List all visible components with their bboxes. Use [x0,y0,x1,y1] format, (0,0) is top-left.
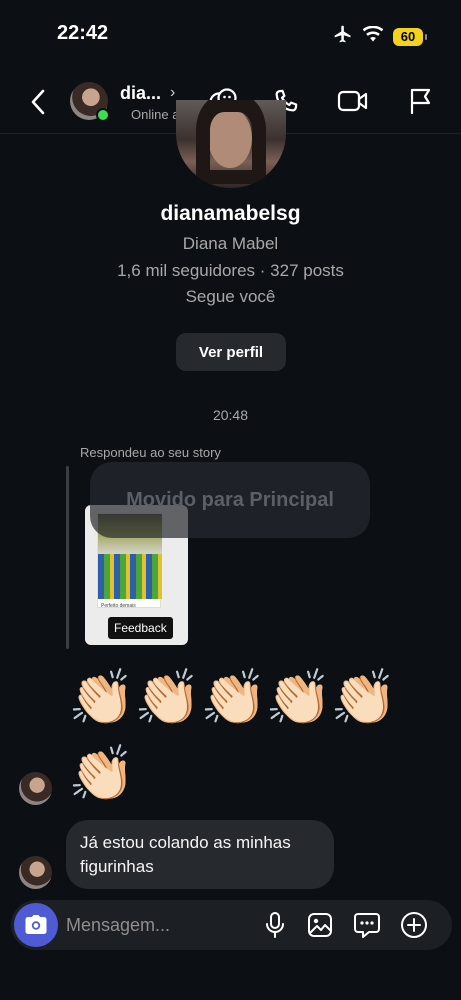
wifi-icon [362,25,384,47]
sender-avatar[interactable] [19,772,52,805]
status-time: 22:42 [57,22,109,44]
battery-icon: 60 [393,27,427,46]
clap-emoji: 👏🏻 [68,668,136,728]
message-bubble[interactable]: Já estou colando as minhas figurinhas [66,820,334,889]
video-call-button[interactable] [337,85,369,117]
story-caption: Perfeito demais [101,603,136,609]
profile-photo[interactable] [176,100,286,188]
contact-name[interactable]: dia... [120,83,161,104]
profile-username: dianamabelsg [160,202,301,225]
clap-emoji: 👏🏻 [265,668,333,728]
sender-avatar[interactable] [19,856,52,889]
video-icon [337,90,368,112]
back-button[interactable] [22,86,54,118]
voice-message-button[interactable] [259,909,291,941]
airplane-icon [333,24,353,49]
story-table-image [98,554,162,599]
sticker-icon [354,913,380,938]
moved-toast: Movido para Principal [90,462,370,538]
profile-photo-hair [196,100,266,184]
mic-icon [266,912,284,938]
profile-full-name: Diana Mabel [182,234,279,253]
clap-emoji: 👏🏻 [330,668,398,728]
online-indicator [96,108,110,122]
camera-icon [25,915,47,934]
message-timestamp: 20:48 [212,407,249,423]
gallery-icon [308,913,332,937]
message-input[interactable] [66,900,256,950]
sticker-button[interactable] [351,909,383,941]
status-icons: 60 [333,24,427,49]
story-feedback-tag: Feedback [108,617,173,639]
profile-stats: 1,6 mil seguidores · 327 posts [117,261,344,280]
back-icon [31,89,45,115]
report-button[interactable] [404,85,436,117]
clap-emoji: 👏🏻 [68,744,136,804]
reply-indicator-bar [66,466,69,649]
follows-you-label: Segue você [185,287,276,306]
chevron-right-icon: › [170,84,176,101]
more-options-button[interactable] [398,909,430,941]
camera-button[interactable] [14,903,58,947]
status-bar: 22:42 60 [0,0,461,70]
gallery-button[interactable] [304,909,336,941]
clap-emoji: 👏🏻 [134,668,202,728]
flag-icon [410,88,431,115]
message-composer [11,900,452,950]
story-reply-label: Respondeu ao seu story [80,445,221,460]
plus-icon [401,912,427,938]
view-profile-button[interactable]: Ver perfil [176,333,286,371]
clap-emoji: 👏🏻 [200,668,268,728]
